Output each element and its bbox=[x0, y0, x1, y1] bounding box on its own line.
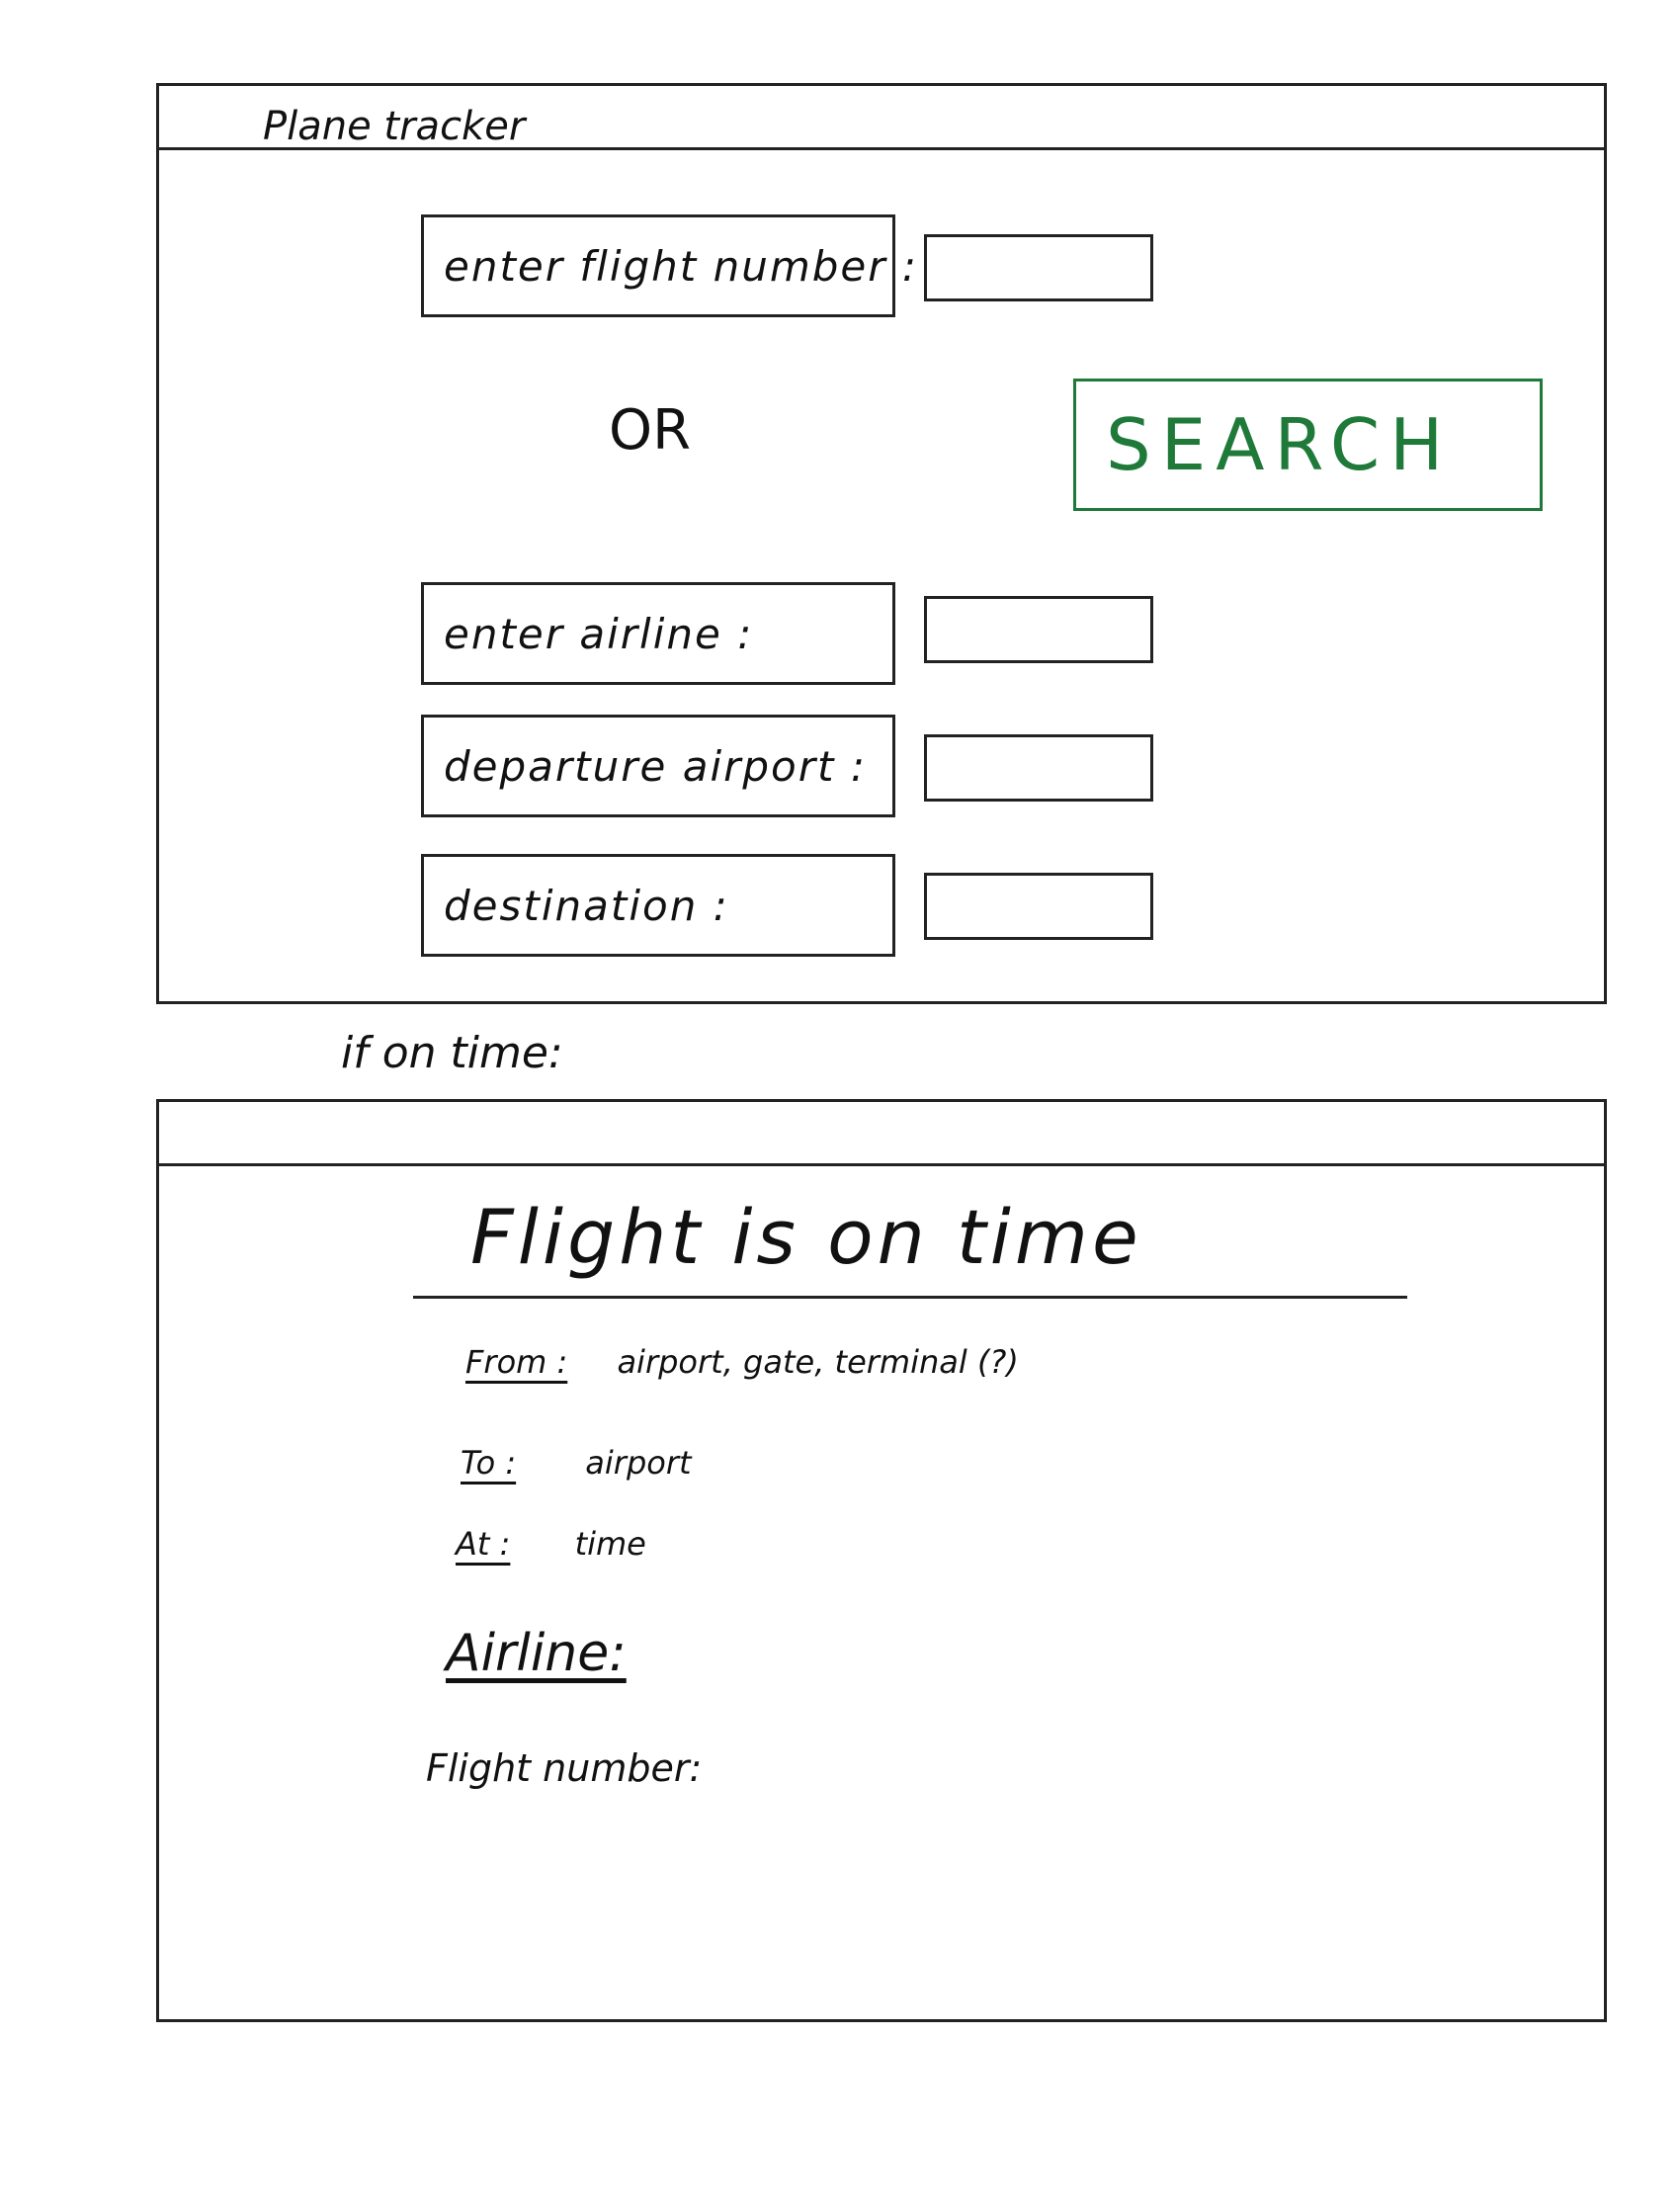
departure-airport-label: departure airport : bbox=[421, 715, 895, 817]
destination-label: destination : bbox=[421, 854, 895, 957]
to-row: To : airport bbox=[461, 1444, 692, 1482]
at-row: At : time bbox=[456, 1525, 646, 1563]
at-value: time bbox=[574, 1525, 646, 1563]
title-bar-divider bbox=[159, 1163, 1604, 1166]
heading-divider bbox=[413, 1296, 1407, 1299]
at-label: At : bbox=[456, 1525, 511, 1563]
result-heading: Flight is on time bbox=[470, 1193, 1142, 1281]
airline-input[interactable] bbox=[924, 596, 1153, 663]
title-bar-divider bbox=[159, 147, 1604, 150]
flight-number-label: enter flight number : bbox=[421, 214, 916, 317]
result-window: Flight is on time From : airport, gate, … bbox=[156, 1099, 1607, 2022]
to-label: To : bbox=[461, 1444, 517, 1482]
to-value: airport bbox=[585, 1444, 692, 1482]
search-window: Plane tracker enter flight number : OR S… bbox=[156, 83, 1607, 1004]
destination-input[interactable] bbox=[924, 873, 1153, 940]
app-title: Plane tracker bbox=[263, 104, 526, 149]
from-label: From : bbox=[465, 1343, 568, 1381]
flight-number-input[interactable] bbox=[924, 234, 1153, 301]
from-row: From : airport, gate, terminal (?) bbox=[465, 1343, 1019, 1381]
or-label: OR bbox=[609, 398, 691, 463]
search-button[interactable]: SEARCH bbox=[1073, 379, 1543, 511]
flight-number-heading: Flight number: bbox=[426, 1746, 703, 1790]
airline-heading: Airline: bbox=[446, 1624, 627, 1683]
airline-label: enter airline : bbox=[421, 582, 895, 685]
transition-note: if on time: bbox=[341, 1028, 563, 1078]
departure-airport-input[interactable] bbox=[924, 734, 1153, 802]
from-value: airport, gate, terminal (?) bbox=[617, 1343, 1019, 1381]
